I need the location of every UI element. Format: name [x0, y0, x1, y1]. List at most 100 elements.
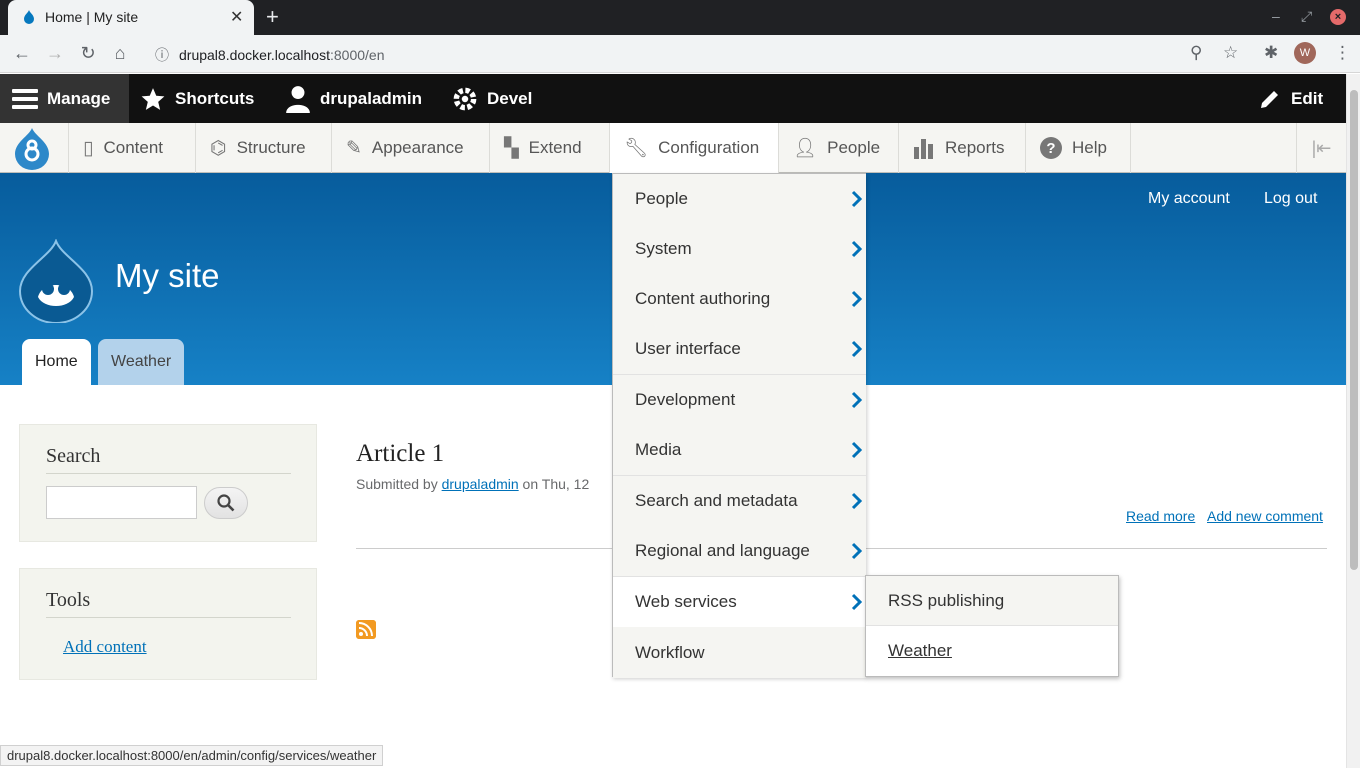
config-menu-item-regional-and-language[interactable]: Regional and language: [613, 526, 866, 577]
window-close-icon[interactable]: ×: [1330, 9, 1346, 25]
browser-tab[interactable]: Home | My site ✕: [8, 0, 254, 35]
config-menu-item-workflow[interactable]: Workflow: [613, 627, 866, 678]
wrench-icon: 🔧︎: [624, 138, 649, 159]
search-block-title: Search: [46, 445, 101, 467]
tools-block-title: Tools: [46, 589, 91, 611]
config-menu-item-label: Development: [635, 390, 736, 409]
extensions-icon[interactable]: ✱: [1264, 43, 1278, 63]
new-tab-button[interactable]: +: [266, 4, 279, 30]
chevron-right-icon: [851, 542, 863, 560]
config-menu-item-search-and-metadata[interactable]: Search and metadata: [613, 476, 866, 527]
search-button[interactable]: [204, 487, 248, 519]
tray-help[interactable]: ? Help: [1026, 123, 1131, 173]
config-menu-item-system[interactable]: System: [613, 224, 866, 275]
tray-content[interactable]: ▯ Content: [69, 123, 196, 173]
url-path: :8000/en: [330, 47, 385, 63]
config-menu-item-label: User interface: [635, 339, 741, 358]
search-block: Search: [19, 424, 317, 542]
submitted-date: on Thu, 12: [518, 476, 590, 492]
article-title[interactable]: Article 1: [356, 440, 444, 468]
config-menu-item-label: Regional and language: [635, 541, 810, 560]
add-content-link[interactable]: Add content: [63, 637, 147, 657]
config-menu-item-web-services[interactable]: Web services: [613, 577, 866, 628]
tab-home[interactable]: Home: [22, 339, 91, 385]
tools-block: Tools Add content: [19, 568, 317, 680]
toolbar-manage-label: Manage: [47, 88, 111, 108]
toolbar-manage[interactable]: Manage: [0, 74, 129, 123]
author-link[interactable]: drupaladmin: [442, 476, 519, 492]
read-more-link[interactable]: Read more: [1126, 508, 1195, 524]
submenu-item-weather[interactable]: Weather: [866, 626, 1118, 676]
config-menu-item-content-authoring[interactable]: Content authoring: [613, 274, 866, 325]
tray-appearance[interactable]: ✎ Appearance: [332, 123, 490, 173]
config-menu-item-user-interface[interactable]: User interface: [613, 324, 866, 375]
submitted-info: Submitted by drupaladmin on Thu, 12: [356, 476, 589, 492]
browser-menu-icon[interactable]: ⋮: [1334, 43, 1351, 63]
rss-feed-icon[interactable]: [356, 620, 376, 639]
toolbar-user[interactable]: drupaladmin: [285, 74, 422, 123]
site-info-icon[interactable]: ⓘ: [155, 45, 169, 65]
status-bar-url: drupal8.docker.localhost:8000/en/admin/c…: [0, 745, 384, 766]
toolbar-edit-label: Edit: [1291, 88, 1324, 108]
site-logo[interactable]: [18, 239, 94, 323]
address-bar: ← → ↻ ⌂ ⓘ drupal8.docker.localhost:8000/e…: [0, 35, 1360, 73]
tray-extend[interactable]: ▚ Extend: [490, 123, 610, 173]
page-scrollbar[interactable]: [1346, 74, 1360, 768]
tray-structure-label: Structure: [236, 138, 306, 157]
toolbar-devel[interactable]: Devel: [452, 74, 532, 123]
restore-icon[interactable]: ⤢: [1301, 8, 1312, 25]
chevron-right-icon: [851, 391, 863, 409]
submenu-item-rss-publishing[interactable]: RSS publishing: [866, 576, 1118, 626]
log-out-link[interactable]: Log out: [1264, 190, 1317, 208]
drupal-home-logo[interactable]: [0, 123, 69, 173]
search-block-divider: [46, 473, 291, 474]
scrollbar-thumb[interactable]: [1350, 90, 1358, 570]
home-icon[interactable]: ⌂: [109, 43, 131, 64]
config-menu-item-people[interactable]: People: [613, 174, 866, 225]
chevron-right-icon: [851, 240, 863, 258]
profile-avatar[interactable]: W: [1294, 42, 1316, 64]
url-host: drupal8.docker.localhost: [179, 47, 330, 63]
tray-configuration[interactable]: 🔧︎ Configuration: [610, 123, 779, 173]
tray-structure[interactable]: ⌬ Structure: [196, 123, 332, 173]
my-account-link[interactable]: My account: [1148, 190, 1230, 208]
config-menu-item-label: Search and metadata: [635, 491, 798, 510]
site-name[interactable]: My site: [115, 257, 220, 295]
collapse-tray-icon[interactable]: |⇤: [1296, 123, 1346, 173]
search-input[interactable]: [46, 486, 197, 519]
tray-appearance-label: Appearance: [371, 138, 464, 157]
config-menu-item-label: Media: [635, 440, 682, 459]
admin-tray: ▯ Content ⌬ Structure ✎ Appearance ▚ Extend …: [0, 123, 1360, 173]
config-menu-item-label: People: [635, 189, 688, 208]
bookmark-star-icon[interactable]: ☆: [1223, 43, 1238, 63]
zoom-icon[interactable]: ⚲: [1190, 43, 1202, 63]
forward-icon[interactable]: →: [44, 43, 66, 64]
back-icon[interactable]: ←: [11, 43, 33, 64]
chevron-right-icon: [851, 340, 863, 358]
sitemap-icon: ⌬: [210, 137, 227, 159]
reload-icon[interactable]: ↻: [77, 43, 99, 64]
toolbar-edit[interactable]: Edit: [1258, 74, 1323, 123]
add-comment-link[interactable]: Add new comment: [1207, 508, 1323, 524]
tab-weather[interactable]: Weather: [98, 339, 185, 385]
toolbar-user-label: drupaladmin: [320, 88, 423, 108]
tray-people-label: People: [827, 138, 881, 157]
chevron-right-icon: [851, 190, 863, 208]
drupal-favicon-icon: [24, 10, 34, 24]
tray-reports[interactable]: Reports: [899, 123, 1026, 173]
config-menu-item-label: Web services: [635, 592, 737, 611]
pencil-icon: [1261, 90, 1278, 108]
paint-brush-icon: ✎: [346, 137, 362, 159]
minimize-icon[interactable]: –: [1272, 8, 1280, 24]
config-menu-item-development[interactable]: Development: [613, 375, 866, 426]
url-field[interactable]: ⓘ drupal8.docker.localhost:8000/en: [155, 45, 385, 65]
people-icon: 👤︎: [793, 138, 818, 159]
search-icon: [217, 494, 235, 512]
config-menu-item-media[interactable]: Media: [613, 425, 866, 476]
tray-people[interactable]: 👤︎ People: [779, 123, 899, 173]
chevron-right-icon: [851, 593, 863, 611]
tab-close-icon[interactable]: ✕: [230, 7, 243, 27]
toolbar-shortcuts[interactable]: Shortcuts: [140, 74, 254, 123]
chevron-right-icon: [851, 492, 863, 510]
tray-extend-label: Extend: [528, 138, 582, 157]
